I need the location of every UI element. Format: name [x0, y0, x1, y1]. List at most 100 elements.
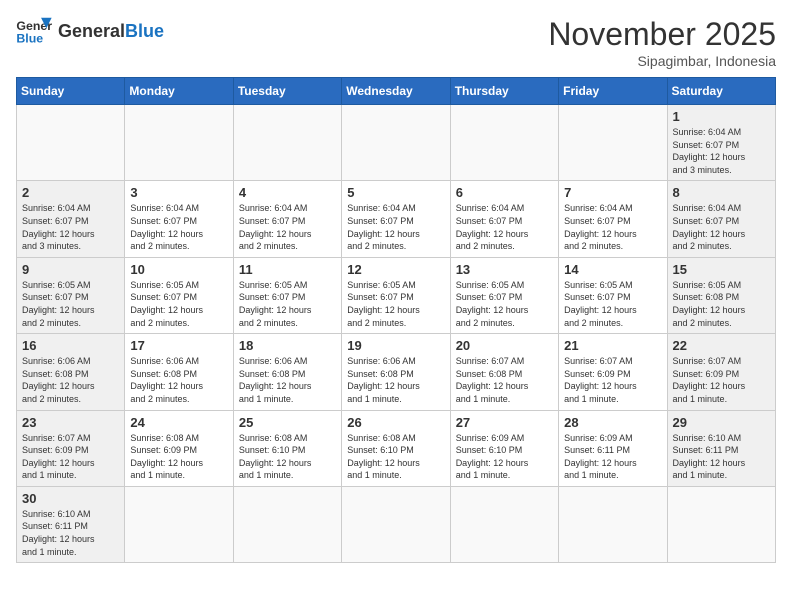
weekday-header-friday: Friday: [559, 78, 667, 105]
calendar-cell: [450, 486, 558, 562]
day-number: 28: [564, 415, 661, 430]
calendar-cell: 3 Sunrise: 6:04 AM Sunset: 6:07 PM Daylig…: [125, 181, 233, 257]
day-info: Sunrise: 6:06 AM Sunset: 6:08 PM Dayligh…: [239, 355, 336, 405]
day-number: 7: [564, 185, 661, 200]
weekday-header-wednesday: Wednesday: [342, 78, 450, 105]
weekday-header-row: SundayMondayTuesdayWednesdayThursdayFrid…: [17, 78, 776, 105]
day-info: Sunrise: 6:05 AM Sunset: 6:07 PM Dayligh…: [130, 279, 227, 329]
calendar-cell: 19Sunrise: 6:06 AM Sunset: 6:08 PM Dayli…: [342, 334, 450, 410]
logo-icon: General Blue: [16, 16, 52, 46]
calendar-cell: 7Sunrise: 6:04 AM Sunset: 6:07 PM Daylig…: [559, 181, 667, 257]
day-info: Sunrise: 6:05 AM Sunset: 6:08 PM Dayligh…: [673, 279, 770, 329]
day-number: 2: [22, 185, 119, 200]
day-number: 25: [239, 415, 336, 430]
day-info: Sunrise: 6:04 AM Sunset: 6:07 PM Dayligh…: [456, 202, 553, 252]
day-info: Sunrise: 6:10 AM Sunset: 6:11 PM Dayligh…: [673, 432, 770, 482]
day-info: Sunrise: 6:07 AM Sunset: 6:09 PM Dayligh…: [673, 355, 770, 405]
day-info: Sunrise: 6:07 AM Sunset: 6:08 PM Dayligh…: [456, 355, 553, 405]
calendar-cell: 26 Sunrise: 6:08 AM Sunset: 6:10 PM Dayli…: [342, 410, 450, 486]
day-info: Sunrise: 6:08 AM Sunset: 6:10 PM Dayligh…: [347, 432, 444, 482]
day-number: 16: [22, 338, 119, 353]
day-number: 13: [456, 262, 553, 277]
day-info: Sunrise: 6:07 AM Sunset: 6:09 PM Dayligh…: [22, 432, 119, 482]
logo-text: GeneralBlue: [58, 22, 164, 40]
weekday-header-thursday: Thursday: [450, 78, 558, 105]
day-number: 29: [673, 415, 770, 430]
calendar-cell: 21Sunrise: 6:07 AM Sunset: 6:09 PM Dayli…: [559, 334, 667, 410]
calendar-cell: 4Sunrise: 6:04 AM Sunset: 6:07 PM Daylig…: [233, 181, 341, 257]
day-info: Sunrise: 6:10 AM Sunset: 6:11 PM Dayligh…: [22, 508, 119, 558]
day-info: Sunrise: 6:06 AM Sunset: 6:08 PM Dayligh…: [130, 355, 227, 405]
day-info: Sunrise: 6:04 AM Sunset: 6:07 PM Dayligh…: [22, 202, 119, 252]
day-info: Sunrise: 6:05 AM Sunset: 6:07 PM Dayligh…: [564, 279, 661, 329]
svg-text:Blue: Blue: [16, 31, 43, 45]
day-info: Sunrise: 6:05 AM Sunset: 6:07 PM Dayligh…: [239, 279, 336, 329]
day-info: Sunrise: 6:06 AM Sunset: 6:08 PM Dayligh…: [347, 355, 444, 405]
week-row-3: 9Sunrise: 6:05 AM Sunset: 6:07 PM Daylig…: [17, 257, 776, 333]
calendar-cell: 28 Sunrise: 6:09 AM Sunset: 6:11 PM Dayli…: [559, 410, 667, 486]
weekday-header-monday: Monday: [125, 78, 233, 105]
day-info: Sunrise: 6:04 AM Sunset: 6:07 PM Dayligh…: [673, 126, 770, 176]
day-info: Sunrise: 6:04 AM Sunset: 6:07 PM Dayligh…: [673, 202, 770, 252]
day-info: Sunrise: 6:05 AM Sunset: 6:07 PM Dayligh…: [347, 279, 444, 329]
day-number: 30: [22, 491, 119, 506]
calendar-cell: 9Sunrise: 6:05 AM Sunset: 6:07 PM Daylig…: [17, 257, 125, 333]
calendar-cell: [17, 105, 125, 181]
day-number: 3: [130, 185, 227, 200]
calendar-cell: 2 Sunrise: 6:04 AM Sunset: 6:07 PM Daylig…: [17, 181, 125, 257]
week-row-1: 1 Sunrise: 6:04 AM Sunset: 6:07 PM Daylig…: [17, 105, 776, 181]
day-number: 18: [239, 338, 336, 353]
day-number: 20: [456, 338, 553, 353]
logo: General Blue GeneralBlue: [16, 16, 164, 46]
day-number: 4: [239, 185, 336, 200]
day-info: Sunrise: 6:07 AM Sunset: 6:09 PM Dayligh…: [564, 355, 661, 405]
day-number: 8: [673, 185, 770, 200]
calendar-cell: 16 Sunrise: 6:06 AM Sunset: 6:08 PM Dayli…: [17, 334, 125, 410]
day-info: Sunrise: 6:09 AM Sunset: 6:11 PM Dayligh…: [564, 432, 661, 482]
calendar-cell: 30 Sunrise: 6:10 AM Sunset: 6:11 PM Dayli…: [17, 486, 125, 562]
calendar-cell: [342, 105, 450, 181]
week-row-5: 23 Sunrise: 6:07 AM Sunset: 6:09 PM Dayli…: [17, 410, 776, 486]
calendar-cell: 12 Sunrise: 6:05 AM Sunset: 6:07 PM Dayli…: [342, 257, 450, 333]
calendar-cell: 6Sunrise: 6:04 AM Sunset: 6:07 PM Daylig…: [450, 181, 558, 257]
calendar-cell: [450, 105, 558, 181]
day-number: 22: [673, 338, 770, 353]
day-info: Sunrise: 6:08 AM Sunset: 6:09 PM Dayligh…: [130, 432, 227, 482]
calendar-cell: 11 Sunrise: 6:05 AM Sunset: 6:07 PM Dayli…: [233, 257, 341, 333]
calendar-cell: 15Sunrise: 6:05 AM Sunset: 6:08 PM Dayli…: [667, 257, 775, 333]
day-number: 23: [22, 415, 119, 430]
day-info: Sunrise: 6:04 AM Sunset: 6:07 PM Dayligh…: [130, 202, 227, 252]
day-info: Sunrise: 6:05 AM Sunset: 6:07 PM Dayligh…: [456, 279, 553, 329]
day-info: Sunrise: 6:06 AM Sunset: 6:08 PM Dayligh…: [22, 355, 119, 405]
day-number: 11: [239, 262, 336, 277]
day-number: 26: [347, 415, 444, 430]
day-number: 14: [564, 262, 661, 277]
week-row-2: 2 Sunrise: 6:04 AM Sunset: 6:07 PM Daylig…: [17, 181, 776, 257]
day-number: 12: [347, 262, 444, 277]
week-row-4: 16 Sunrise: 6:06 AM Sunset: 6:08 PM Dayli…: [17, 334, 776, 410]
calendar-cell: 20 Sunrise: 6:07 AM Sunset: 6:08 PM Dayli…: [450, 334, 558, 410]
day-info: Sunrise: 6:08 AM Sunset: 6:10 PM Dayligh…: [239, 432, 336, 482]
calendar-cell: [667, 486, 775, 562]
day-number: 27: [456, 415, 553, 430]
calendar-cell: 10 Sunrise: 6:05 AM Sunset: 6:07 PM Dayli…: [125, 257, 233, 333]
weekday-header-sunday: Sunday: [17, 78, 125, 105]
calendar-cell: [125, 486, 233, 562]
calendar-cell: 27Sunrise: 6:09 AM Sunset: 6:10 PM Dayli…: [450, 410, 558, 486]
day-number: 5: [347, 185, 444, 200]
calendar-cell: 13 Sunrise: 6:05 AM Sunset: 6:07 PM Dayli…: [450, 257, 558, 333]
day-number: 1: [673, 109, 770, 124]
calendar-cell: 1 Sunrise: 6:04 AM Sunset: 6:07 PM Daylig…: [667, 105, 775, 181]
calendar-cell: 23 Sunrise: 6:07 AM Sunset: 6:09 PM Dayli…: [17, 410, 125, 486]
calendar-cell: 24Sunrise: 6:08 AM Sunset: 6:09 PM Dayli…: [125, 410, 233, 486]
month-year: November 2025: [548, 16, 776, 53]
calendar-cell: [125, 105, 233, 181]
calendar-cell: [233, 486, 341, 562]
week-row-6: 30 Sunrise: 6:10 AM Sunset: 6:11 PM Dayli…: [17, 486, 776, 562]
calendar-cell: 8 Sunrise: 6:04 AM Sunset: 6:07 PM Daylig…: [667, 181, 775, 257]
weekday-header-saturday: Saturday: [667, 78, 775, 105]
day-number: 10: [130, 262, 227, 277]
calendar-cell: 14 Sunrise: 6:05 AM Sunset: 6:07 PM Dayli…: [559, 257, 667, 333]
title-block: November 2025 Sipagimbar, Indonesia: [548, 16, 776, 69]
calendar-cell: 29 Sunrise: 6:10 AM Sunset: 6:11 PM Dayli…: [667, 410, 775, 486]
